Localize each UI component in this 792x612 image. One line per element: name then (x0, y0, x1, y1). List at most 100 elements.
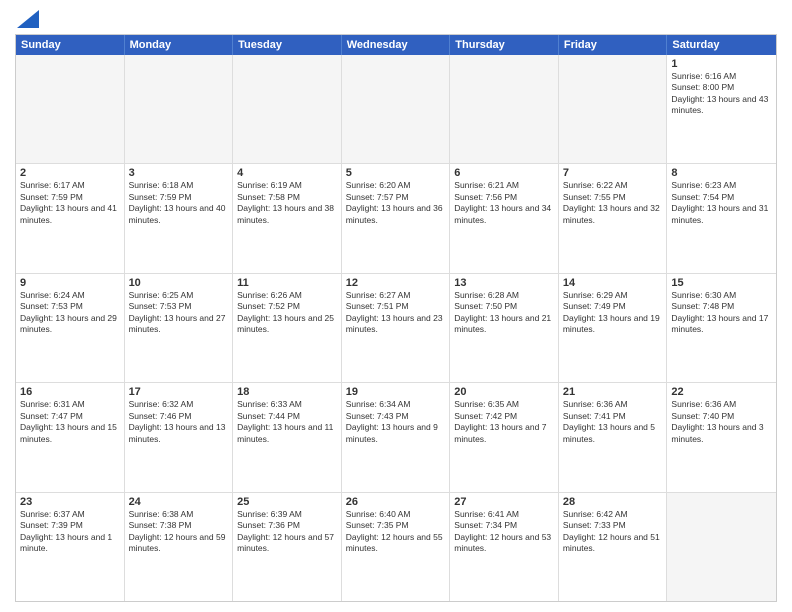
calendar-cell-2-1: 10Sunrise: 6:25 AM Sunset: 7:53 PM Dayli… (125, 274, 234, 382)
day-number: 7 (563, 167, 663, 179)
cell-info: Sunrise: 6:18 AM Sunset: 7:59 PM Dayligh… (129, 180, 229, 226)
day-number: 22 (671, 386, 772, 398)
calendar-cell-4-4: 27Sunrise: 6:41 AM Sunset: 7:34 PM Dayli… (450, 493, 559, 601)
cell-info: Sunrise: 6:21 AM Sunset: 7:56 PM Dayligh… (454, 180, 554, 226)
calendar-cell-3-2: 18Sunrise: 6:33 AM Sunset: 7:44 PM Dayli… (233, 383, 342, 491)
day-number: 17 (129, 386, 229, 398)
calendar-row-4: 23Sunrise: 6:37 AM Sunset: 7:39 PM Dayli… (16, 493, 776, 601)
cell-info: Sunrise: 6:38 AM Sunset: 7:38 PM Dayligh… (129, 509, 229, 555)
calendar: SundayMondayTuesdayWednesdayThursdayFrid… (15, 34, 777, 602)
calendar-row-1: 2Sunrise: 6:17 AM Sunset: 7:59 PM Daylig… (16, 164, 776, 273)
calendar-cell-1-2: 4Sunrise: 6:19 AM Sunset: 7:58 PM Daylig… (233, 164, 342, 272)
day-number: 8 (671, 167, 772, 179)
calendar-cell-3-3: 19Sunrise: 6:34 AM Sunset: 7:43 PM Dayli… (342, 383, 451, 491)
logo-icon (17, 10, 39, 28)
day-number: 23 (20, 496, 120, 508)
header-day-tuesday: Tuesday (233, 35, 342, 55)
calendar-cell-3-5: 21Sunrise: 6:36 AM Sunset: 7:41 PM Dayli… (559, 383, 668, 491)
cell-info: Sunrise: 6:23 AM Sunset: 7:54 PM Dayligh… (671, 180, 772, 226)
cell-info: Sunrise: 6:27 AM Sunset: 7:51 PM Dayligh… (346, 290, 446, 336)
day-number: 13 (454, 277, 554, 289)
cell-info: Sunrise: 6:36 AM Sunset: 7:41 PM Dayligh… (563, 399, 663, 445)
calendar-cell-0-4 (450, 55, 559, 163)
calendar-row-2: 9Sunrise: 6:24 AM Sunset: 7:53 PM Daylig… (16, 274, 776, 383)
cell-info: Sunrise: 6:42 AM Sunset: 7:33 PM Dayligh… (563, 509, 663, 555)
day-number: 26 (346, 496, 446, 508)
cell-info: Sunrise: 6:36 AM Sunset: 7:40 PM Dayligh… (671, 399, 772, 445)
cell-info: Sunrise: 6:24 AM Sunset: 7:53 PM Dayligh… (20, 290, 120, 336)
day-number: 2 (20, 167, 120, 179)
calendar-cell-2-6: 15Sunrise: 6:30 AM Sunset: 7:48 PM Dayli… (667, 274, 776, 382)
calendar-row-0: 1Sunrise: 6:16 AM Sunset: 8:00 PM Daylig… (16, 55, 776, 164)
calendar-cell-0-1 (125, 55, 234, 163)
day-number: 25 (237, 496, 337, 508)
cell-info: Sunrise: 6:32 AM Sunset: 7:46 PM Dayligh… (129, 399, 229, 445)
calendar-cell-2-0: 9Sunrise: 6:24 AM Sunset: 7:53 PM Daylig… (16, 274, 125, 382)
calendar-cell-0-0 (16, 55, 125, 163)
calendar-cell-3-1: 17Sunrise: 6:32 AM Sunset: 7:46 PM Dayli… (125, 383, 234, 491)
day-number: 12 (346, 277, 446, 289)
calendar-cell-0-2 (233, 55, 342, 163)
day-number: 5 (346, 167, 446, 179)
calendar-cell-0-5 (559, 55, 668, 163)
calendar-cell-2-3: 12Sunrise: 6:27 AM Sunset: 7:51 PM Dayli… (342, 274, 451, 382)
day-number: 3 (129, 167, 229, 179)
calendar-header-row: SundayMondayTuesdayWednesdayThursdayFrid… (16, 35, 776, 55)
cell-info: Sunrise: 6:31 AM Sunset: 7:47 PM Dayligh… (20, 399, 120, 445)
page: SundayMondayTuesdayWednesdayThursdayFrid… (0, 0, 792, 612)
cell-info: Sunrise: 6:37 AM Sunset: 7:39 PM Dayligh… (20, 509, 120, 555)
header-day-saturday: Saturday (667, 35, 776, 55)
cell-info: Sunrise: 6:30 AM Sunset: 7:48 PM Dayligh… (671, 290, 772, 336)
cell-info: Sunrise: 6:17 AM Sunset: 7:59 PM Dayligh… (20, 180, 120, 226)
calendar-cell-4-6 (667, 493, 776, 601)
calendar-cell-2-2: 11Sunrise: 6:26 AM Sunset: 7:52 PM Dayli… (233, 274, 342, 382)
header-day-monday: Monday (125, 35, 234, 55)
calendar-cell-1-6: 8Sunrise: 6:23 AM Sunset: 7:54 PM Daylig… (667, 164, 776, 272)
cell-info: Sunrise: 6:16 AM Sunset: 8:00 PM Dayligh… (671, 71, 772, 117)
day-number: 4 (237, 167, 337, 179)
cell-info: Sunrise: 6:39 AM Sunset: 7:36 PM Dayligh… (237, 509, 337, 555)
day-number: 16 (20, 386, 120, 398)
cell-info: Sunrise: 6:26 AM Sunset: 7:52 PM Dayligh… (237, 290, 337, 336)
calendar-cell-4-2: 25Sunrise: 6:39 AM Sunset: 7:36 PM Dayli… (233, 493, 342, 601)
calendar-body: 1Sunrise: 6:16 AM Sunset: 8:00 PM Daylig… (16, 55, 776, 601)
cell-info: Sunrise: 6:34 AM Sunset: 7:43 PM Dayligh… (346, 399, 446, 445)
header (15, 10, 777, 26)
calendar-cell-3-4: 20Sunrise: 6:35 AM Sunset: 7:42 PM Dayli… (450, 383, 559, 491)
cell-info: Sunrise: 6:19 AM Sunset: 7:58 PM Dayligh… (237, 180, 337, 226)
calendar-cell-4-5: 28Sunrise: 6:42 AM Sunset: 7:33 PM Dayli… (559, 493, 668, 601)
calendar-cell-3-0: 16Sunrise: 6:31 AM Sunset: 7:47 PM Dayli… (16, 383, 125, 491)
calendar-cell-1-3: 5Sunrise: 6:20 AM Sunset: 7:57 PM Daylig… (342, 164, 451, 272)
day-number: 9 (20, 277, 120, 289)
calendar-cell-2-5: 14Sunrise: 6:29 AM Sunset: 7:49 PM Dayli… (559, 274, 668, 382)
header-day-sunday: Sunday (16, 35, 125, 55)
day-number: 14 (563, 277, 663, 289)
logo (15, 10, 39, 26)
calendar-cell-1-5: 7Sunrise: 6:22 AM Sunset: 7:55 PM Daylig… (559, 164, 668, 272)
day-number: 21 (563, 386, 663, 398)
cell-info: Sunrise: 6:41 AM Sunset: 7:34 PM Dayligh… (454, 509, 554, 555)
calendar-cell-0-6: 1Sunrise: 6:16 AM Sunset: 8:00 PM Daylig… (667, 55, 776, 163)
day-number: 27 (454, 496, 554, 508)
cell-info: Sunrise: 6:22 AM Sunset: 7:55 PM Dayligh… (563, 180, 663, 226)
day-number: 10 (129, 277, 229, 289)
calendar-cell-3-6: 22Sunrise: 6:36 AM Sunset: 7:40 PM Dayli… (667, 383, 776, 491)
header-day-wednesday: Wednesday (342, 35, 451, 55)
cell-info: Sunrise: 6:20 AM Sunset: 7:57 PM Dayligh… (346, 180, 446, 226)
day-number: 11 (237, 277, 337, 289)
calendar-row-3: 16Sunrise: 6:31 AM Sunset: 7:47 PM Dayli… (16, 383, 776, 492)
cell-info: Sunrise: 6:28 AM Sunset: 7:50 PM Dayligh… (454, 290, 554, 336)
cell-info: Sunrise: 6:40 AM Sunset: 7:35 PM Dayligh… (346, 509, 446, 555)
cell-info: Sunrise: 6:35 AM Sunset: 7:42 PM Dayligh… (454, 399, 554, 445)
calendar-cell-2-4: 13Sunrise: 6:28 AM Sunset: 7:50 PM Dayli… (450, 274, 559, 382)
calendar-cell-1-0: 2Sunrise: 6:17 AM Sunset: 7:59 PM Daylig… (16, 164, 125, 272)
calendar-cell-0-3 (342, 55, 451, 163)
day-number: 15 (671, 277, 772, 289)
cell-info: Sunrise: 6:33 AM Sunset: 7:44 PM Dayligh… (237, 399, 337, 445)
header-day-friday: Friday (559, 35, 668, 55)
day-number: 19 (346, 386, 446, 398)
day-number: 20 (454, 386, 554, 398)
day-number: 28 (563, 496, 663, 508)
day-number: 24 (129, 496, 229, 508)
day-number: 1 (671, 58, 772, 70)
